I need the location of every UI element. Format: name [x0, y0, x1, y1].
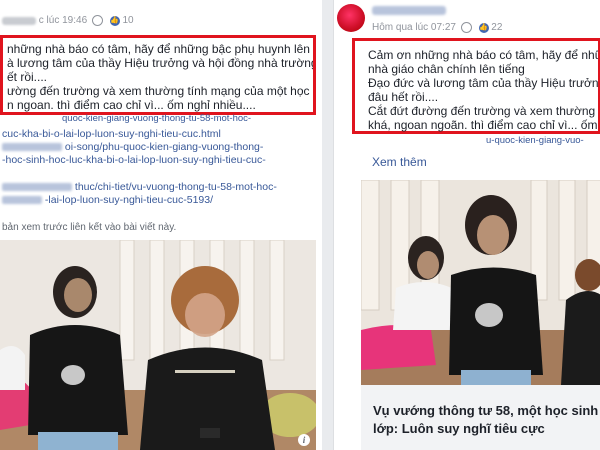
highlighted-post-text: những nhà báo có tâm, hãy để những bậc p…	[0, 35, 316, 115]
see-more-link[interactable]: Xem thêm	[372, 155, 427, 169]
article-photo[interactable]: i	[0, 240, 316, 450]
blurred-author-name	[2, 16, 36, 25]
link-preview-note: bản xem trước liên kết vào bài viết này.	[2, 222, 177, 233]
article-caption[interactable]: Vụ vướng thông tư 58, một học sinh h lớp…	[361, 385, 600, 450]
post-text-line: ường đến trường và xem thường tính mạng …	[7, 84, 313, 98]
avatar[interactable]	[337, 4, 365, 32]
like-count[interactable]: 10	[123, 15, 134, 26]
left-post-meta: c lúc 19:46 10	[2, 15, 134, 26]
article-title-line: lớp: Luôn suy nghĩ tiêu cực	[373, 421, 545, 436]
link-line[interactable]: oi-song/phu-quoc-kien-giang-vuong-thong-	[0, 141, 322, 154]
like-icon	[478, 22, 489, 33]
post-text-line: n ngoan. thì điểm cao chỉ vì... ốm nghỉ …	[7, 98, 256, 112]
globe-icon	[91, 15, 103, 26]
left-post: c lúc 19:46 10 những nhà báo có tâm, hãy…	[0, 0, 322, 450]
photo-scene	[361, 180, 600, 385]
link-line[interactable]: -hoc-sinh-hoc-luc-kha-bi-o-lai-lop-luon-…	[0, 154, 322, 167]
right-post-meta: Hôm qua lúc 07:27 22	[372, 22, 502, 33]
post-text-line: khá, ngoan ngoãn. thì điểm cao chỉ vì...…	[368, 118, 598, 132]
post-text-line: nhà giáo chân chính lên tiếng	[368, 62, 525, 76]
post-text-line: à lương tâm của thầy Hiệu trưởng và hội …	[7, 56, 313, 70]
post-text-line: những nhà báo có tâm, hãy để những bậc p…	[7, 42, 313, 56]
post-timestamp[interactable]: Hôm qua lúc 07:27	[372, 22, 456, 33]
blurred-author-name[interactable]	[372, 6, 446, 15]
partial-link[interactable]: quoc-kien-giang-vuong-thong-tu-58-mot-ho…	[60, 112, 251, 125]
right-post: Hôm qua lúc 07:27 22 Cảm ơn những nhà bá…	[333, 0, 600, 450]
like-icon	[109, 15, 120, 26]
post-text-line: đâu hết rồi....	[368, 90, 439, 104]
article-title-line: Vụ vướng thông tư 58, một học sinh h	[373, 403, 600, 418]
info-icon[interactable]: i	[298, 434, 310, 446]
post-text-line: ết rồi....	[7, 70, 48, 84]
like-count[interactable]: 22	[491, 22, 502, 33]
partial-link[interactable]: u-quoc-kien-giang-vuo-	[484, 134, 584, 147]
post-divider	[322, 0, 333, 450]
blurred-link-part	[2, 196, 42, 205]
link-list: cuc-kha-bi-o-lai-lop-luon-suy-nghi-tieu-…	[0, 128, 322, 207]
post-text-line: Cảm ơn những nhà báo có tâm, hãy để nhữn…	[368, 48, 598, 62]
highlighted-post-text: Cảm ơn những nhà báo có tâm, hãy để nhữn…	[352, 38, 600, 134]
link-line[interactable]: cuc-kha-bi-o-lai-lop-luon-suy-nghi-tieu-…	[0, 128, 322, 141]
link-line[interactable]: -lai-lop-luon-suy-nghi-tieu-cuc-5193/	[0, 194, 322, 207]
globe-icon	[460, 22, 472, 33]
photo-scene	[0, 240, 316, 450]
blurred-link-part	[2, 183, 72, 192]
article-photo[interactable]	[361, 180, 600, 385]
post-text-line: Cắt đứt đường đến trường và xem thường t…	[368, 104, 598, 118]
post-timestamp[interactable]: c lúc 19:46	[39, 15, 87, 26]
link-line[interactable]: thuc/chi-tiet/vu-vuong-thong-tu-58-mot-h…	[0, 181, 322, 194]
post-text-line: Đạo đức và lương tâm của thầy Hiệu trưởn…	[368, 76, 598, 90]
blurred-link-part	[2, 143, 62, 152]
